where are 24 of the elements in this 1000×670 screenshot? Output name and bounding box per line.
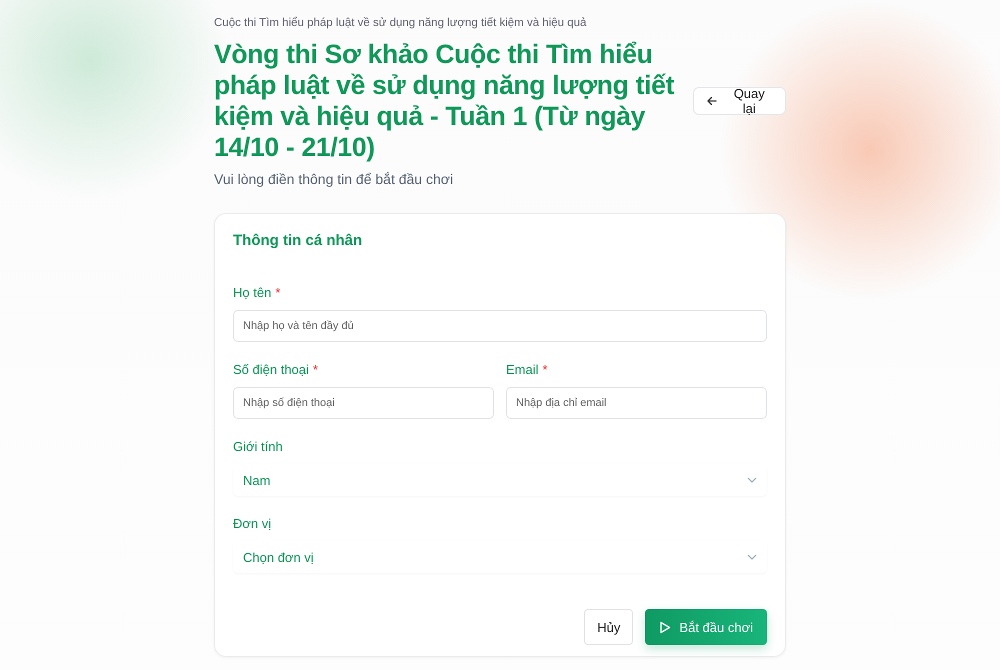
page-title: Vòng thi Sơ khảo Cuộc thi Tìm hiểu pháp luật về sử dụng năng lượng tiết kiệm và hiệu quả - Tuần 1 (Từ ngày 14/10 - 21/10) — [214, 39, 676, 163]
text-input-field[interactable]: Nhập số điện thoại — [233, 387, 494, 419]
dropdown-field[interactable]: Chọn đơn vị — [233, 541, 767, 573]
required-mark: * — [312, 362, 318, 377]
text-input-field[interactable]: Nhập họ và tên đầy đủ — [233, 310, 767, 342]
required-mark: * — [542, 362, 548, 377]
field-label: Đơn vị — [233, 516, 272, 531]
breadcrumb-text: Cuộc thi Tìm hiểu pháp luật về sử dụng năng lượng tiết kiệm và hiệu quả — [214, 17, 588, 29]
chevron-down-icon — [747, 477, 757, 483]
section-title: Thông tin cá nhân — [233, 232, 364, 249]
field-label: Giới tính — [233, 439, 283, 454]
field-label: Họ tên — [233, 285, 272, 300]
play-icon — [659, 620, 672, 634]
text-input-field[interactable]: Nhập địa chỉ email — [506, 387, 767, 419]
field-label: Số điện thoại — [233, 362, 309, 377]
page-subtitle: Vui lòng điền thông tin để bắt đầu chơi — [214, 171, 454, 187]
field-label: Email — [506, 362, 539, 377]
chevron-down-icon — [747, 554, 757, 560]
back-button[interactable]: Quay lại — [692, 87, 786, 115]
cancel-button[interactable]: Hủy — [584, 609, 634, 645]
arrow-left-icon — [706, 95, 718, 107]
start-button[interactable]: Bắt đầu chơi — [645, 609, 767, 645]
required-mark: * — [275, 285, 280, 300]
dropdown-field[interactable]: Nam — [233, 464, 767, 496]
